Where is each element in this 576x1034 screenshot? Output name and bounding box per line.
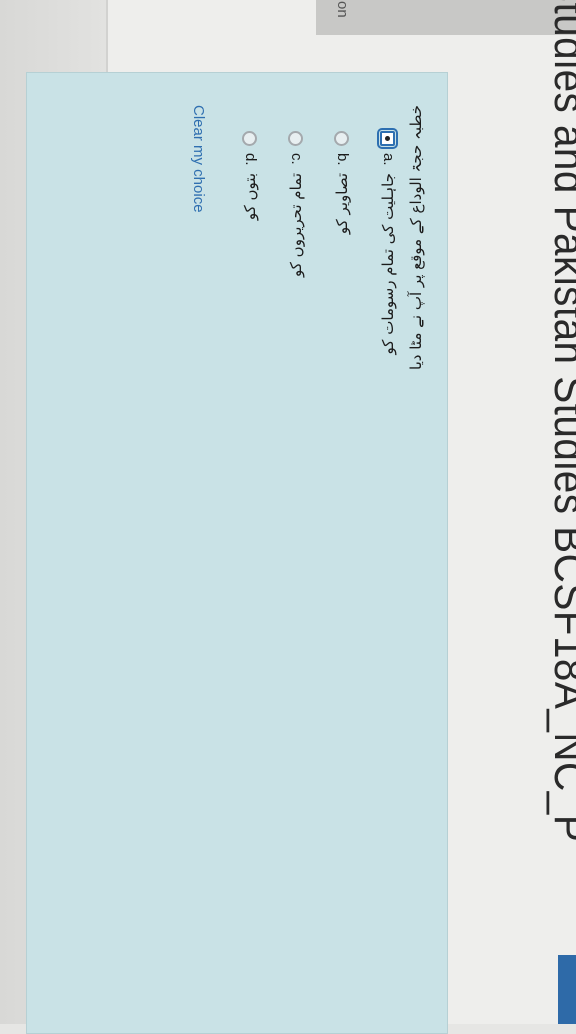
answer-letter: d. (242, 153, 259, 166)
answer-label: تصاویر کو (333, 173, 351, 235)
edge-blue-bar (558, 955, 576, 1024)
question-text: خطبہ حجۃ الوداع کے موقع پر آپ نے مٹا دیا (407, 105, 425, 370)
answer-letter: c. (288, 153, 305, 165)
radio-selected-icon[interactable] (377, 128, 398, 149)
answer-letter: b. (334, 153, 351, 166)
answer-option-b[interactable]: b. تصاویر کو (329, 131, 351, 571)
side-tab[interactable]: on (316, 0, 576, 35)
side-tab-label: on (334, 1, 351, 18)
answer-label: بتوں کو (241, 173, 259, 221)
radio-icon[interactable] (242, 131, 257, 146)
rotated-screen: on Studies and Pakistan Studies BCSF18A_… (0, 0, 576, 1034)
answer-label: تمام تحریروں کو (287, 173, 305, 277)
radio-icon[interactable] (288, 131, 303, 146)
answer-option-d[interactable]: d. بتوں کو (237, 131, 259, 571)
page-title: Studies and Pakistan Studies BCSF18A_NC_… (545, 0, 576, 843)
answer-letter: a. (380, 153, 397, 166)
answer-option-a[interactable]: a. جاہلیت کی تمام رسومات کو (375, 128, 398, 571)
clear-choice-link[interactable]: Clear my choice (190, 105, 207, 213)
answer-label: جاہلیت کی تمام رسومات کو (379, 173, 397, 355)
radio-icon[interactable] (334, 131, 349, 146)
answer-option-c[interactable]: c. تمام تحریروں کو (283, 131, 305, 571)
question-box: خطبہ حجۃ الوداع کے موقع پر آپ نے مٹا دیا… (26, 72, 448, 1034)
